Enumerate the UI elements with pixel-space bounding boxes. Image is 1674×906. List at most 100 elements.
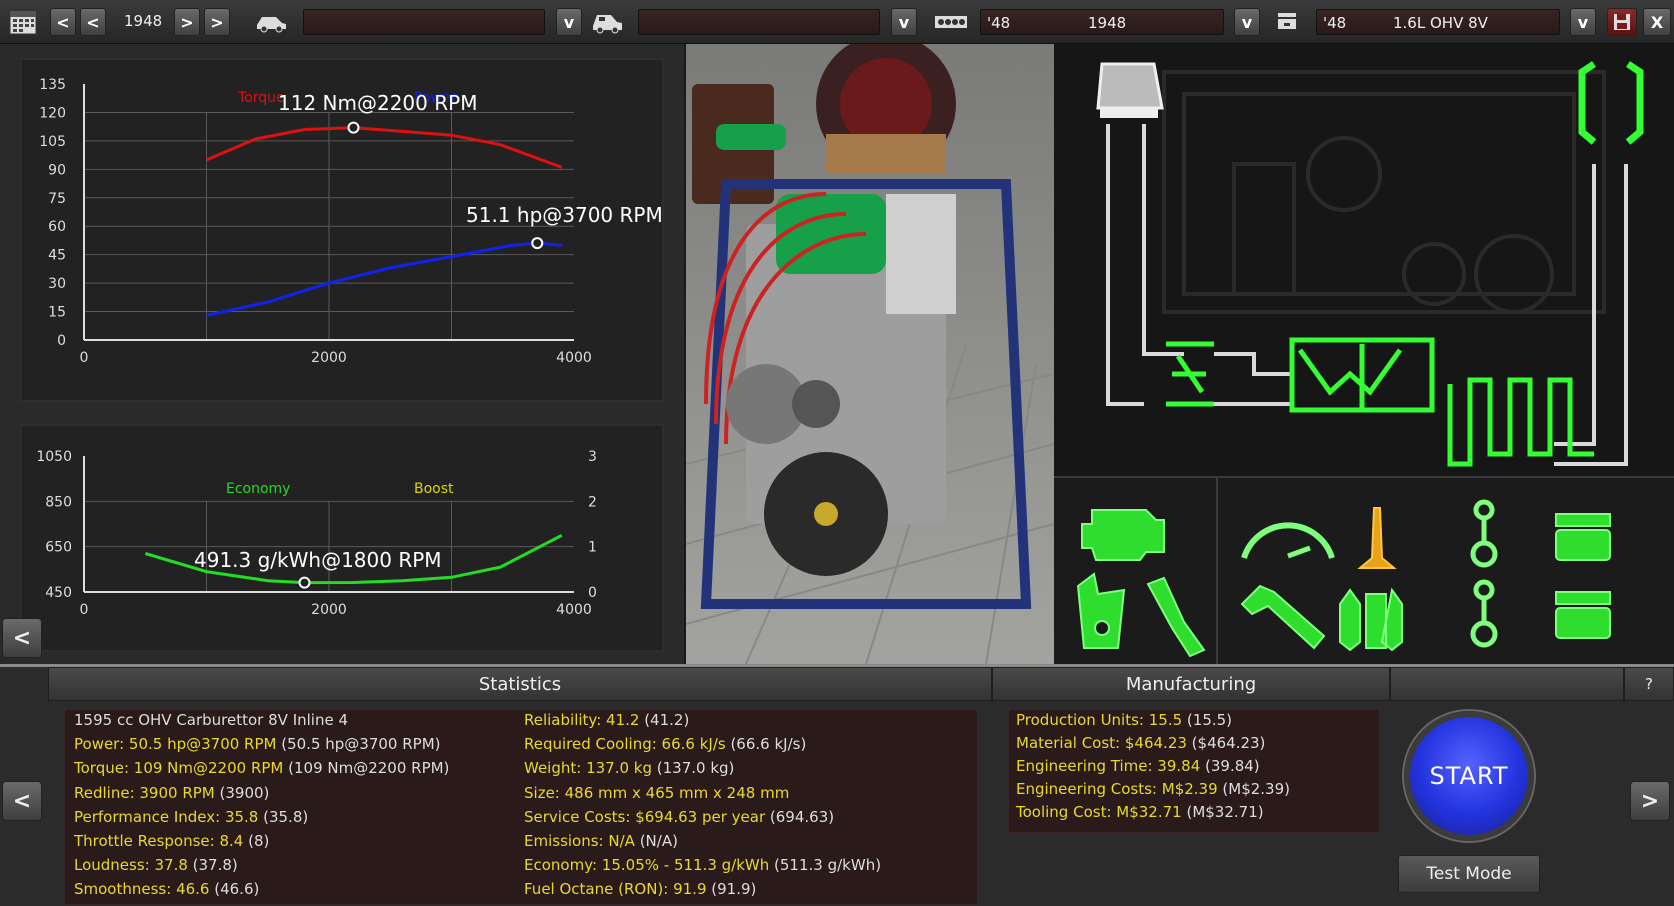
year-prev-button[interactable]: < bbox=[80, 8, 106, 36]
stat-row: Redline: 3900 RPM (3900) bbox=[74, 784, 269, 802]
power-peak-label: 51.1 hp@3700 RPM bbox=[466, 203, 662, 227]
engine-family-dropdown-button[interactable]: v bbox=[1234, 8, 1260, 36]
torque-peak-label: 112 Nm@2200 RPM bbox=[278, 91, 477, 115]
stat-row-value: (37.8) bbox=[187, 856, 238, 875]
stat-row-key: Redline: 3900 RPM bbox=[74, 783, 215, 802]
manufacturing-row-value: ($464.23) bbox=[1186, 734, 1266, 752]
conrod-alt-part-icon[interactable] bbox=[1470, 579, 1498, 648]
y-tick-label: 120 bbox=[39, 105, 66, 121]
stat-row: Torque: 109 Nm@2200 RPM (109 Nm@2200 RPM… bbox=[74, 759, 449, 777]
piston-part-icon[interactable] bbox=[1555, 513, 1611, 561]
x-tick-label: 4000 bbox=[556, 602, 592, 618]
stat-row: Smoothness: 46.6 (46.6) bbox=[74, 880, 259, 898]
calendar-icon[interactable] bbox=[8, 9, 38, 35]
y-tick-label-right: 2 bbox=[588, 494, 597, 510]
spark-plug-part-icon[interactable] bbox=[1146, 576, 1206, 658]
manufacturing-row: Tooling Cost: M$32.71 (M$32.71) bbox=[1016, 803, 1264, 821]
stat-row-key: Weight: 137.0 kg bbox=[524, 759, 652, 778]
stat-row-key: Fuel Octane (RON): 91.9 bbox=[524, 880, 707, 899]
engine-variant-year-short: '48 bbox=[1323, 14, 1347, 32]
stat-row-value: (35.8) bbox=[258, 807, 309, 826]
stat-row-value: (109 Nm@2200 RPM) bbox=[283, 759, 450, 778]
stat-row-key: Emissions: N/A bbox=[524, 832, 635, 850]
header-spacer bbox=[1390, 667, 1624, 701]
x-tick-label: 4000 bbox=[556, 350, 592, 366]
stat-row: Required Cooling: 66.6 kJ/s (66.6 kJ/s) bbox=[524, 735, 806, 753]
close-button[interactable]: X bbox=[1643, 8, 1671, 36]
stat-row-key: Loudness: 37.8 bbox=[74, 856, 188, 875]
engine-variant-name: 1.6L OHV 8V bbox=[1393, 14, 1488, 32]
conrod-part-icon[interactable] bbox=[1470, 499, 1498, 568]
car-model-field[interactable] bbox=[303, 9, 545, 35]
help-button[interactable]: ? bbox=[1624, 667, 1674, 701]
gauge-part-icon[interactable] bbox=[1241, 522, 1335, 559]
x-tick-label: 2000 bbox=[311, 602, 347, 618]
manufacturing-row-value: (39.84) bbox=[1200, 757, 1260, 775]
engine-family-field[interactable]: '48 1948 bbox=[980, 9, 1224, 35]
economy-chart-panel: Economy Boost 1050 850 650 450 3 2 1 0 0 2000 4000… bbox=[20, 424, 664, 652]
manufacturing-row: Material Cost: $464.23 ($464.23) bbox=[1016, 734, 1265, 752]
y-tick-label-right: 0 bbox=[588, 585, 597, 601]
stat-row-value: (8) bbox=[243, 832, 270, 850]
engine-variant-field[interactable]: '48 1.6L OHV 8V bbox=[1316, 9, 1560, 35]
y-tick-label: 75 bbox=[48, 191, 66, 207]
manufacturing-row-key: Engineering Time: 39.84 bbox=[1016, 757, 1201, 775]
year-next-button[interactable]: > bbox=[174, 8, 200, 36]
economy-chart: Economy Boost 1050 850 650 450 3 2 1 0 0 2000 4000… bbox=[36, 449, 597, 618]
crankshaft-part-icon[interactable] bbox=[1339, 587, 1403, 652]
stat-row: Throttle Response: 8.4 (8) bbox=[74, 832, 269, 850]
stat-row-value: (N/A) bbox=[634, 832, 678, 850]
car-model-dropdown-button[interactable]: v bbox=[556, 8, 582, 36]
manufacturing-row-value: (M$32.71) bbox=[1181, 803, 1264, 821]
car-trim-field[interactable] bbox=[638, 9, 880, 35]
next-page-button[interactable]: > bbox=[1630, 781, 1670, 821]
statistics-header: Statistics bbox=[48, 667, 992, 701]
stat-row-key: Throttle Response: 8.4 bbox=[74, 832, 244, 850]
engine-family-year: 1948 bbox=[1088, 14, 1127, 32]
stat-row: Power: 50.5 hp@3700 RPM (50.5 hp@3700 RP… bbox=[74, 735, 441, 753]
stat-row-key: 1595 cc OHV Carburettor 8V Inline 4 bbox=[74, 711, 349, 729]
start-button[interactable]: START bbox=[1404, 711, 1534, 841]
year-prev-decade-button[interactable]: < bbox=[50, 8, 76, 36]
engine-block-part-icon[interactable] bbox=[1081, 509, 1165, 561]
car-trim-dropdown-button[interactable]: v bbox=[891, 8, 917, 36]
parts-selector bbox=[1054, 476, 1674, 666]
stat-row: Service Costs: $694.63 per year (694.63) bbox=[524, 808, 834, 826]
manufacturing-row-key: Tooling Cost: M$32.71 bbox=[1016, 803, 1182, 821]
test-mode-button[interactable]: Test Mode bbox=[1398, 855, 1540, 893]
engine-variant-dropdown-button[interactable]: v bbox=[1570, 8, 1596, 36]
stat-row-value: (3900) bbox=[214, 783, 270, 802]
x-tick-label: 0 bbox=[80, 602, 89, 618]
manufacturing-row: Production Units: 15.5 (15.5) bbox=[1016, 711, 1232, 729]
top-toolbar: < < 1948 > > v v '48 1948 v '48 1.6L OHV… bbox=[0, 0, 1674, 44]
piston-icon bbox=[1274, 9, 1300, 35]
stat-row-key: Smoothness: 46.6 bbox=[74, 880, 210, 899]
stat-row: Loudness: 37.8 (37.8) bbox=[74, 856, 238, 874]
panel-back-button[interactable]: < bbox=[2, 618, 42, 658]
torque-curve bbox=[205, 126, 563, 169]
stat-row: Fuel Octane (RON): 91.9 (91.9) bbox=[524, 880, 756, 898]
wrench-part-icon[interactable] bbox=[1240, 584, 1326, 650]
car-trim-icon bbox=[590, 9, 624, 35]
stat-row: Size: 486 mm x 465 mm x 248 mm bbox=[524, 784, 789, 802]
y-tick-label: 105 bbox=[39, 134, 66, 150]
year-value: 1948 bbox=[124, 12, 163, 30]
stat-row-value: (91.9) bbox=[706, 880, 757, 899]
piston-alt-part-icon[interactable] bbox=[1555, 591, 1611, 639]
ignition-part-icon[interactable] bbox=[1076, 572, 1126, 649]
manufacturing-header: Manufacturing bbox=[992, 667, 1390, 701]
engine-3d-view[interactable] bbox=[686, 44, 1054, 664]
torque-power-chart: Torque Power 13512010590756045301500 2000… bbox=[39, 77, 662, 366]
manufacturing-row-key: Engineering Costs: M$2.39 bbox=[1016, 780, 1218, 798]
stat-row: 1595 cc OHV Carburettor 8V Inline 4 bbox=[74, 711, 348, 729]
manufacturing-row: Engineering Costs: M$2.39 (M$2.39) bbox=[1016, 780, 1290, 798]
power-curve bbox=[206, 241, 562, 317]
prev-page-button[interactable]: < bbox=[2, 781, 42, 821]
manufacturing-row-key: Production Units: 15.5 bbox=[1016, 711, 1183, 729]
economy-min-marker bbox=[298, 576, 311, 589]
cam-part-icon[interactable] bbox=[1357, 507, 1397, 569]
stat-row-key: Required Cooling: 66.6 kJ/s bbox=[524, 735, 726, 754]
save-icon[interactable] bbox=[1607, 8, 1637, 36]
stat-row-value: (50.5 hp@3700 RPM) bbox=[276, 735, 441, 754]
year-next-decade-button[interactable]: > bbox=[204, 8, 230, 36]
